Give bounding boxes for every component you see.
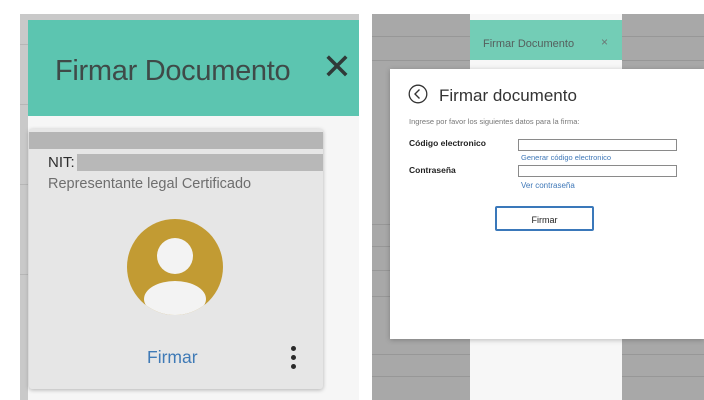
- sign-button[interactable]: Firmar: [147, 347, 198, 368]
- generate-code-link[interactable]: Generar código electronico: [521, 153, 611, 162]
- close-icon[interactable]: ×: [601, 35, 608, 49]
- sign-submit-button[interactable]: Firmar: [495, 206, 594, 231]
- dialog-instructions: Ingrese por favor los siguientes datos p…: [409, 117, 580, 126]
- code-label: Código electronico: [409, 138, 486, 148]
- background-modal-header: Firmar Documento ×: [470, 20, 622, 60]
- nit-value-redacted: [77, 154, 323, 171]
- sign-document-dialog: Firmar documento Ingrese por favor los s…: [390, 69, 704, 339]
- nit-label: NIT:: [48, 154, 75, 171]
- modal-header: Firmar Documento ✕: [28, 20, 359, 116]
- background-modal-title: Firmar Documento: [483, 38, 575, 50]
- circle-back-arrow-icon[interactable]: [408, 84, 428, 104]
- dialog-title: Firmar documento: [439, 86, 577, 105]
- user-avatar-icon: [127, 219, 223, 315]
- modal-title: Firmar Documento: [55, 55, 291, 87]
- right-screenshot: Firmar Documento × Firmar documento Ingr…: [372, 14, 704, 400]
- password-input[interactable]: [518, 165, 677, 177]
- code-input[interactable]: [518, 139, 677, 151]
- password-label: Contraseña: [409, 165, 456, 175]
- close-icon[interactable]: ✕: [320, 49, 354, 85]
- more-vert-icon[interactable]: [283, 344, 303, 372]
- card-name-redacted: [29, 132, 323, 149]
- nit-row: NIT:: [48, 153, 323, 172]
- signer-role: Representante legal Certificado: [48, 176, 252, 192]
- signer-card: NIT: Representante legal Certificado Fir…: [29, 129, 323, 389]
- show-password-link[interactable]: Ver contraseña: [521, 181, 575, 190]
